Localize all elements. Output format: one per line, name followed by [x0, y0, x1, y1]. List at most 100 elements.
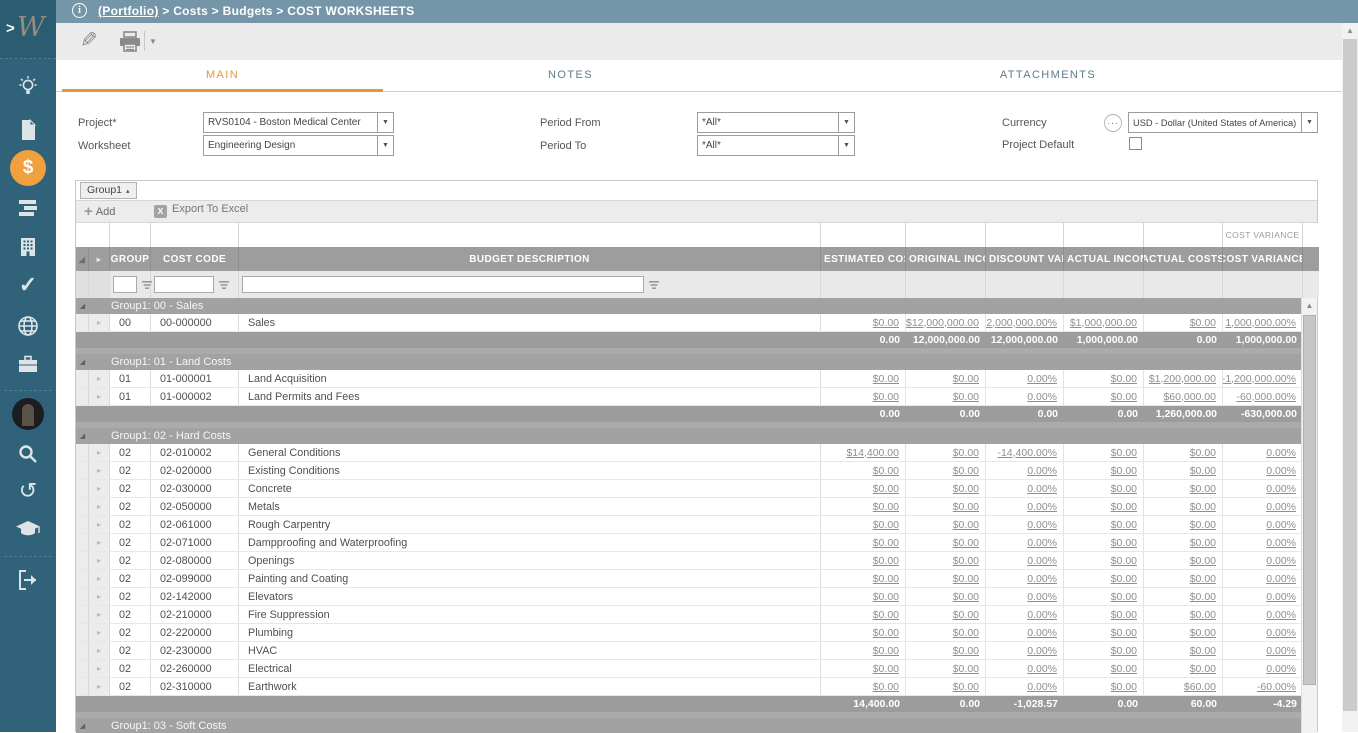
- expand-row-icon[interactable]: ▸: [97, 610, 101, 619]
- chevron-down-icon[interactable]: ▼: [377, 136, 393, 155]
- chevron-down-icon[interactable]: ▼: [838, 113, 854, 132]
- value-link[interactable]: $0.00: [953, 519, 979, 531]
- collapse-icon[interactable]: ◢: [76, 358, 89, 366]
- lightbulb-icon[interactable]: [0, 74, 56, 105]
- value-link[interactable]: $0.00: [1190, 483, 1216, 495]
- value-link[interactable]: 0.00%: [1027, 537, 1057, 549]
- value-link[interactable]: $1,000,000.00: [1070, 317, 1137, 329]
- expand-row-icon[interactable]: ▸: [97, 318, 101, 327]
- tab-attachments[interactable]: ATTACHMENTS: [758, 60, 1338, 92]
- chevron-down-icon[interactable]: ▼: [377, 113, 393, 132]
- value-link[interactable]: $0.00: [1190, 627, 1216, 639]
- expand-row-icon[interactable]: ▸: [97, 646, 101, 655]
- value-link[interactable]: $0.00: [1111, 645, 1137, 657]
- table-row[interactable]: ▸0202-210000Fire Suppression$0.00$0.000.…: [76, 606, 1303, 624]
- value-link[interactable]: $60.00: [1184, 681, 1216, 693]
- value-link[interactable]: 12,000,000.00%: [986, 317, 1057, 329]
- col-header-actual-costs[interactable]: ACTUAL COSTS: [1144, 247, 1223, 271]
- value-link[interactable]: $0.00: [873, 483, 899, 495]
- value-link[interactable]: $0.00: [953, 537, 979, 549]
- expand-cell[interactable]: ▸: [89, 642, 110, 659]
- value-link[interactable]: $0.00: [1190, 573, 1216, 585]
- expand-header[interactable]: ▸: [89, 247, 110, 271]
- print-icon[interactable]: [118, 31, 142, 58]
- value-link[interactable]: $0.00: [953, 645, 979, 657]
- value-link[interactable]: $0.00: [873, 519, 899, 531]
- expand-cell[interactable]: ▸: [89, 444, 110, 461]
- value-link[interactable]: $0.00: [873, 555, 899, 567]
- table-row[interactable]: ▸0202-260000Electrical$0.00$0.000.00%$0.…: [76, 660, 1303, 678]
- value-link[interactable]: $0.00: [873, 391, 899, 403]
- value-link[interactable]: $0.00: [1190, 537, 1216, 549]
- table-row[interactable]: ▸0202-099000Painting and Coating$0.00$0.…: [76, 570, 1303, 588]
- sign-out-icon[interactable]: [0, 568, 56, 597]
- chevron-down-icon[interactable]: ▼: [1301, 113, 1317, 132]
- expand-cell[interactable]: ▸: [89, 678, 110, 695]
- value-link[interactable]: 0.00%: [1027, 465, 1057, 477]
- expand-cell[interactable]: ▸: [89, 570, 110, 587]
- table-row[interactable]: ▸0202-010002General Conditions$14,400.00…: [76, 444, 1303, 462]
- export-to-excel-button[interactable]: XExport To Excel: [154, 203, 248, 218]
- period-from-select[interactable]: *All*▼: [697, 112, 855, 133]
- value-link[interactable]: $0.00: [953, 465, 979, 477]
- group-header-row[interactable]: ◢Group1: 03 - Soft Costs: [76, 718, 1303, 733]
- value-link[interactable]: $0.00: [1190, 663, 1216, 675]
- value-link[interactable]: 0.00%: [1027, 391, 1057, 403]
- group-by-chip[interactable]: Group1▴: [80, 182, 137, 199]
- value-link[interactable]: 0.00%: [1027, 573, 1057, 585]
- table-row[interactable]: ▸0202-061000Rough Carpentry$0.00$0.000.0…: [76, 516, 1303, 534]
- value-link[interactable]: 0.00%: [1027, 373, 1057, 385]
- value-link[interactable]: 0.00%: [1027, 483, 1057, 495]
- value-link[interactable]: $0.00: [1111, 609, 1137, 621]
- collapse-icon[interactable]: ◢: [76, 432, 89, 440]
- value-link[interactable]: $0.00: [1111, 555, 1137, 567]
- expand-row-icon[interactable]: ▸: [97, 374, 101, 383]
- group-header-row[interactable]: ◢Group1: 00 - Sales: [76, 298, 1303, 314]
- value-link[interactable]: $0.00: [873, 663, 899, 675]
- value-link[interactable]: -1,200,000.00%: [1223, 373, 1296, 385]
- sidebar-expand-icon[interactable]: >: [6, 20, 15, 37]
- tab-main[interactable]: MAIN: [62, 60, 383, 92]
- value-link[interactable]: $0.00: [1190, 591, 1216, 603]
- user-avatar[interactable]: [12, 398, 44, 430]
- expand-cell[interactable]: ▸: [89, 462, 110, 479]
- value-link[interactable]: $0.00: [1190, 555, 1216, 567]
- value-link[interactable]: $0.00: [953, 483, 979, 495]
- value-link[interactable]: 0.00%: [1027, 681, 1057, 693]
- col-header-budget-description[interactable]: BUDGET DESCRIPTION: [239, 247, 821, 271]
- expand-row-icon[interactable]: ▸: [97, 466, 101, 475]
- col-header-discount-variance[interactable]: DISCOUNT VARIANCE: [986, 247, 1064, 271]
- value-link[interactable]: $0.00: [1111, 573, 1137, 585]
- value-link[interactable]: $0.00: [1190, 465, 1216, 477]
- value-link[interactable]: $0.00: [873, 627, 899, 639]
- value-link[interactable]: $0.00: [953, 591, 979, 603]
- project-default-checkbox[interactable]: [1129, 137, 1142, 150]
- edit-pencil-icon[interactable]: ✎: [80, 28, 98, 53]
- history-icon[interactable]: ↺: [0, 478, 56, 504]
- collapse-all-header[interactable]: ◢: [76, 247, 89, 271]
- value-link[interactable]: $0.00: [873, 537, 899, 549]
- briefcase-icon[interactable]: [0, 354, 56, 379]
- table-row[interactable]: ▸0202-020000Existing Conditions$0.00$0.0…: [76, 462, 1303, 480]
- expand-cell[interactable]: ▸: [89, 498, 110, 515]
- value-link[interactable]: $0.00: [1111, 591, 1137, 603]
- value-link[interactable]: 0.00%: [1266, 501, 1296, 513]
- value-link[interactable]: $0.00: [873, 609, 899, 621]
- table-row[interactable]: ▸0202-142000Elevators$0.00$0.000.00%$0.0…: [76, 588, 1303, 606]
- value-link[interactable]: 0.00%: [1266, 555, 1296, 567]
- filter-icon[interactable]: [218, 280, 230, 290]
- page-scrollbar[interactable]: ▲: [1342, 23, 1358, 732]
- value-link[interactable]: $0.00: [1190, 447, 1216, 459]
- value-link[interactable]: 0.00%: [1266, 645, 1296, 657]
- period-to-select[interactable]: *All*▼: [697, 135, 855, 156]
- value-link[interactable]: $0.00: [1111, 681, 1137, 693]
- value-link[interactable]: $0.00: [1111, 627, 1137, 639]
- expand-row-icon[interactable]: ▸: [97, 592, 101, 601]
- col-header-cost-code[interactable]: COST CODE: [151, 247, 239, 271]
- value-link[interactable]: 0.00%: [1266, 447, 1296, 459]
- expand-row-icon[interactable]: ▸: [97, 448, 101, 457]
- value-link[interactable]: $0.00: [873, 465, 899, 477]
- graduation-cap-icon[interactable]: [0, 519, 56, 544]
- value-link[interactable]: 1,000,000.00%: [1225, 317, 1296, 329]
- value-link[interactable]: $0.00: [1190, 609, 1216, 621]
